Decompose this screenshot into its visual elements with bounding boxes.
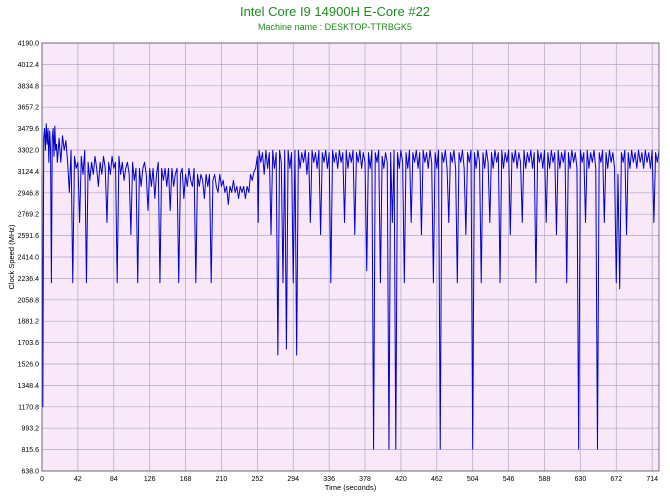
y-tick-label: 638.0: [21, 469, 39, 476]
y-tick-label: 2769.2: [18, 212, 40, 219]
y-tick-label: 1170.8: [18, 404, 39, 411]
y-tick-label: 3657.2: [18, 105, 40, 112]
y-tick-label: 3124.4: [18, 169, 40, 176]
x-tick-label: 588: [539, 476, 551, 483]
y-tick-label: 2058.8: [18, 297, 40, 304]
x-tick-label: 168: [180, 476, 192, 483]
y-tick-label: 2946.8: [18, 190, 40, 197]
x-tick-label: 672: [610, 476, 622, 483]
x-tick-label: 630: [575, 476, 587, 483]
x-axis-label: Time (seconds): [325, 483, 377, 492]
x-tick-label: 462: [431, 476, 443, 483]
x-tick-label: 126: [144, 476, 156, 483]
y-tick-label: 1526.0: [18, 362, 40, 369]
y-axis-ticks: 638.0 815.6 993.2 1170.8 1348.4 1526.0 1703.6 1…: [18, 41, 40, 476]
y-tick-label: 3834.8: [18, 83, 40, 90]
clock-speed-chart: 638.0 815.6 993.2 1170.8 1348.4 1526.0 1703.6 1…: [7, 41, 660, 492]
x-tick-label: 378: [359, 476, 371, 483]
y-tick-label: 1703.6: [18, 340, 40, 347]
x-tick-label: 84: [110, 476, 118, 483]
x-tick-label: 504: [467, 476, 479, 483]
x-tick-label: 546: [503, 476, 515, 483]
y-axis-label: Clock Speed (MHz): [7, 224, 16, 290]
y-tick-label: 993.2: [21, 426, 39, 433]
y-tick-label: 2236.4: [18, 276, 40, 283]
x-axis-ticks: 0 42 84 126 168 210 252 294 336 378 420 462 504 546 58…: [40, 476, 658, 483]
y-tick-label: 3302.0: [18, 148, 40, 155]
x-tick-label: 0: [40, 476, 44, 483]
x-tick-label: 336: [323, 476, 335, 483]
x-tick-label: 294: [287, 476, 299, 483]
x-tick-label: 42: [74, 476, 82, 483]
y-tick-label: 4190.0: [18, 41, 40, 48]
x-tick-label: 420: [395, 476, 407, 483]
x-tick-label: 714: [646, 476, 658, 483]
y-tick-label: 2591.6: [18, 233, 40, 240]
y-tick-label: 3479.6: [18, 126, 40, 133]
y-tick-label: 1348.4: [18, 383, 40, 390]
y-tick-label: 1881.2: [18, 319, 40, 326]
x-tick-label: 210: [216, 476, 228, 483]
y-tick-label: 4012.4: [18, 62, 40, 69]
y-tick-label: 2414.0: [18, 255, 40, 262]
y-tick-label: 815.6: [21, 447, 39, 454]
x-tick-label: 252: [252, 476, 264, 483]
